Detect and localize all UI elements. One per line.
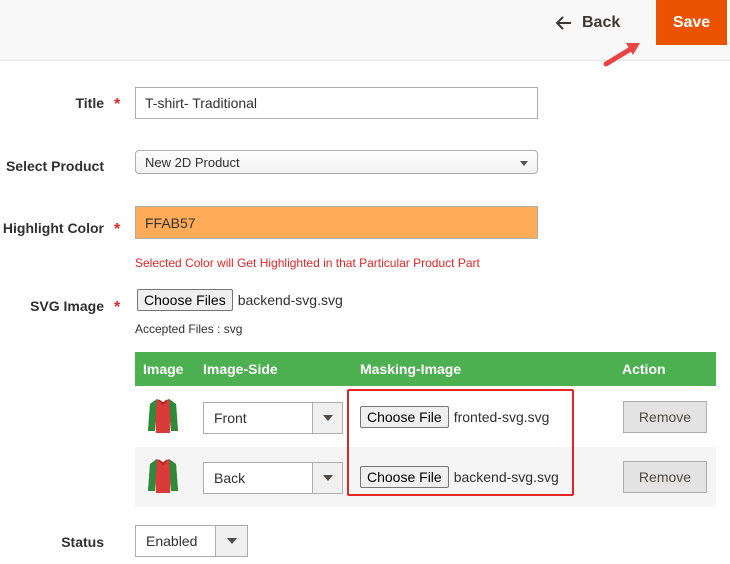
- image-side-select[interactable]: Front: [203, 402, 343, 434]
- status-select[interactable]: Enabled: [135, 525, 248, 557]
- highlight-color-label: Highlight Color: [2, 220, 104, 236]
- select-product-dropdown[interactable]: New 2D Product: [135, 150, 538, 174]
- arrow-left-icon: [556, 16, 572, 30]
- column-header-masking-image: Masking-Image: [360, 361, 462, 377]
- chevron-down-icon: [520, 161, 528, 166]
- accepted-files-note: Accepted Files : svg: [135, 322, 243, 336]
- remove-button[interactable]: Remove: [623, 461, 707, 493]
- remove-button-label: Remove: [638, 469, 692, 485]
- chevron-down-icon: [227, 538, 237, 544]
- highlight-color-note: Selected Color will Get Highlighted in t…: [135, 256, 480, 270]
- image-side-value: Back: [214, 470, 246, 486]
- svg-file-name: backend-svg.svg: [237, 292, 343, 308]
- svg-file-picker: Choose Files backend-svg.svg: [137, 289, 343, 311]
- title-input-value: T-shirt- Traditional: [145, 95, 258, 111]
- title-input[interactable]: T-shirt- Traditional: [135, 87, 538, 119]
- select-product-label: Select Product: [5, 158, 104, 174]
- image-side-select[interactable]: Back: [203, 462, 343, 494]
- column-header-image-side: Image-Side: [203, 361, 278, 377]
- back-button[interactable]: Back: [556, 10, 620, 36]
- annotation-arrow-icon: [600, 40, 644, 73]
- select-product-value: New 2D Product: [145, 154, 240, 170]
- svg-required-marker: *: [114, 299, 121, 316]
- remove-button[interactable]: Remove: [623, 401, 707, 433]
- save-button[interactable]: Save: [656, 0, 727, 45]
- choose-files-button[interactable]: Choose Files: [137, 289, 233, 311]
- save-button-label: Save: [672, 13, 711, 31]
- status-value: Enabled: [146, 533, 198, 549]
- title-label: Title: [75, 95, 104, 111]
- chevron-down-icon: [323, 415, 333, 421]
- chevron-down-icon: [323, 475, 333, 481]
- masking-grid-header: Image Image-Side Masking-Image Action: [135, 352, 716, 386]
- highlight-color-input[interactable]: FFAB57: [135, 206, 538, 239]
- dropdown-toggle[interactable]: [312, 463, 342, 493]
- back-button-label: Back: [582, 14, 621, 31]
- dropdown-toggle[interactable]: [312, 403, 342, 433]
- image-side-value: Front: [214, 410, 247, 426]
- shirt-icon: [147, 457, 179, 498]
- status-label: Status: [61, 534, 104, 550]
- column-header-action: Action: [622, 361, 666, 377]
- highlight-required-marker: *: [114, 221, 121, 238]
- column-header-image: Image: [143, 361, 184, 377]
- svg-image-label: SVG Image: [30, 298, 104, 314]
- shirt-icon: [147, 397, 179, 438]
- dropdown-toggle[interactable]: [215, 526, 247, 556]
- annotation-highlight-box: [347, 389, 574, 496]
- highlight-color-value: FFAB57: [145, 214, 196, 231]
- remove-button-label: Remove: [638, 409, 692, 425]
- title-required-marker: *: [114, 96, 121, 113]
